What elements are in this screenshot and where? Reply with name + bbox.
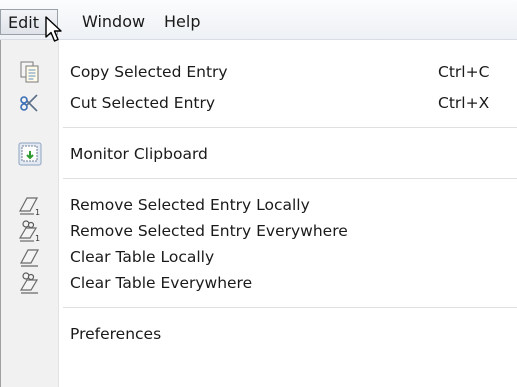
eraser-icon [19, 249, 40, 267]
eraser-users-icon [19, 272, 39, 294]
menu-item-label: Preferences [70, 325, 162, 343]
menu-item-label: Clear Table Locally [70, 248, 215, 266]
menu-item-label: Remove Selected Entry Locally [70, 196, 310, 214]
menu-item-label: Remove Selected Entry Everywhere [70, 222, 348, 240]
menu-item-preferences[interactable]: Preferences [1, 319, 517, 349]
menu-item-copy-selected-entry[interactable]: Copy Selected Entry Ctrl+C [1, 57, 517, 87]
menu-separator [63, 178, 517, 180]
menu-bar: Edit Window Help [0, 0, 517, 40]
clipboard-monitor-icon [18, 142, 42, 166]
menu-item-monitor-clipboard[interactable]: Monitor Clipboard [1, 139, 517, 169]
application-window: Edit Window Help Copy Selected Entry Ctr… [0, 0, 517, 387]
eraser-single-icon: 1 [18, 197, 40, 217]
menu-item-shortcut: Ctrl+C [438, 63, 490, 81]
edit-menu-dropdown: Copy Selected Entry Ctrl+C Cut Selected … [0, 40, 517, 387]
menu-item-label: Copy Selected Entry [70, 63, 228, 81]
scissors-icon [20, 94, 38, 112]
menu-item-label: Clear Table Everywhere [70, 274, 253, 292]
mouse-pointer-icon [45, 16, 62, 42]
copy-icon [20, 61, 39, 83]
eraser-users-single-icon: 1 [18, 220, 40, 243]
menu-separator [63, 127, 517, 129]
menu-item-label: Cut Selected Entry [70, 94, 216, 112]
menu-separator [63, 307, 517, 309]
menu-item-label: Monitor Clipboard [70, 145, 208, 163]
menu-item-shortcut: Ctrl+X [438, 94, 490, 112]
menu-item-cut-selected-entry[interactable]: Cut Selected Entry Ctrl+X [1, 88, 517, 118]
menu-item-clear-table-everywhere[interactable]: Clear Table Everywhere [1, 268, 517, 298]
menu-window[interactable]: Window [76, 9, 151, 35]
menu-help[interactable]: Help [158, 9, 206, 35]
